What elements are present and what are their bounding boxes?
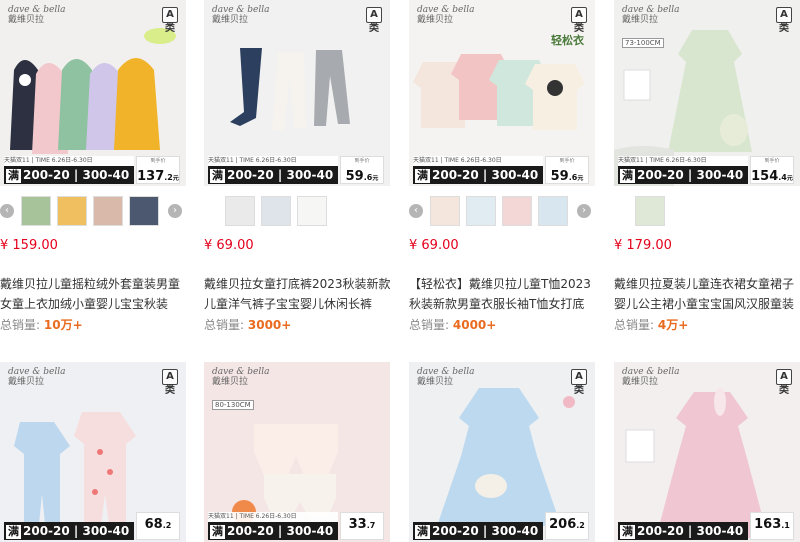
product-image[interactable]: dave & bella 戴维贝拉 A类 满 200-20 | 300-40 68…: [0, 362, 186, 542]
product-price: ¥ 69.00: [204, 238, 254, 253]
promo-banner: 天猫双11 | TIME 6.26日-6.30日 满 200-20 | 300-4…: [204, 156, 390, 186]
thumbnail-carousel: [614, 196, 800, 226]
promo-banner: 天猫双11 | TIME 6.26日-6.30日 满 200-20 | 300-4…: [204, 512, 390, 542]
product-card[interactable]: dave & bella 戴维贝拉 A类 73-100CM 天猫双11 | TI…: [614, 0, 800, 332]
product-image[interactable]: dave & bella 戴维贝拉 A类 天猫双11 | TIME 6.26日-…: [204, 0, 390, 186]
easy-wear-tag: 轻松衣: [551, 34, 584, 47]
brand-logo: dave & bella 戴维贝拉: [417, 367, 475, 387]
product-card[interactable]: dave & bella 戴维贝拉 A类 满 200-20 | 300-40 20…: [409, 362, 595, 542]
thumbnail[interactable]: [57, 196, 87, 226]
product-card[interactable]: dave & bella 戴维贝拉 A类 满 200-20 | 300-40 68…: [0, 362, 186, 542]
sales-count: 总销量: 3000+: [204, 318, 292, 332]
a-class-badge: A类: [776, 7, 792, 34]
promo-banner: 满 200-20 | 300-40 68.2: [0, 512, 186, 542]
sales-count: 总销量: 10万+: [0, 318, 83, 332]
promo-final-price: 到手价 137.2元: [136, 156, 180, 184]
brand-logo: dave & bella 戴维贝拉: [622, 367, 680, 387]
chevron-right-icon[interactable]: ›: [168, 204, 182, 218]
product-image[interactable]: dave & bella 戴维贝拉 80-130CM 天猫双11 | TIME …: [204, 362, 390, 542]
sales-count: 总销量: 4万+: [614, 318, 689, 332]
promo-event-text: 天猫双11 | TIME 6.26日-6.30日: [208, 512, 338, 522]
promo-final-price: 到手价 59.6元: [545, 156, 589, 184]
a-class-badge: A类: [162, 369, 178, 396]
promo-discount: 满 200-20 | 300-40: [208, 522, 338, 540]
thumbnail[interactable]: [225, 196, 255, 226]
thumbnail[interactable]: [538, 196, 568, 226]
brand-logo: dave & bella 戴维贝拉: [8, 5, 66, 25]
promo-final-price: 68.2: [136, 512, 180, 540]
thumbnail[interactable]: [261, 196, 291, 226]
thumbnail-carousel: ‹ ›: [409, 196, 595, 226]
brand-logo: dave & bella 戴维贝拉: [8, 367, 66, 387]
size-range-tag: 80-130CM: [212, 400, 254, 410]
chevron-left-icon[interactable]: ‹: [0, 204, 14, 218]
a-class-badge: A类: [776, 369, 792, 396]
brand-logo: dave & bella 戴维贝拉: [417, 5, 475, 25]
product-title[interactable]: 戴维贝拉女童打底裤2023秋装新款儿童洋气裤子宝宝婴儿休闲长裤: [204, 274, 394, 314]
promo-discount: 满 200-20 | 300-40: [208, 166, 338, 184]
product-card[interactable]: dave & bella 戴维贝拉 A类 轻松衣 天猫双11 | TIME 6.…: [409, 0, 595, 332]
promo-final-price: 33.7: [340, 512, 384, 540]
product-title[interactable]: 戴维贝拉儿童摇粒绒外套童装男童女童上衣加绒小童婴儿宝宝秋装: [0, 274, 190, 314]
thumbnail[interactable]: [297, 196, 327, 226]
product-price: ¥ 179.00: [614, 238, 672, 253]
sales-count: 总销量: 4000+: [409, 318, 497, 332]
product-image[interactable]: dave & bella 戴维贝拉 A类 轻松衣 天猫双11 | TIME 6.…: [409, 0, 595, 186]
chevron-left-icon[interactable]: ‹: [409, 204, 423, 218]
promo-event-text: 天猫双11 | TIME 6.26日-6.30日: [618, 156, 748, 166]
thumbnail[interactable]: [502, 196, 532, 226]
thumbnail[interactable]: [466, 196, 496, 226]
product-image[interactable]: dave & bella 戴维贝拉 A类 天猫双11 | TIME 6.26日-…: [0, 0, 186, 186]
brand-logo: dave & bella 戴维贝拉: [622, 5, 680, 25]
product-title[interactable]: 戴维贝拉夏装儿童连衣裙女童裙子婴儿公主裙小童宝宝国风汉服童装: [614, 274, 800, 314]
thumbnail-carousel: ‹ ›: [0, 196, 186, 226]
promo-event-text: 天猫双11 | TIME 6.26日-6.30日: [4, 156, 134, 166]
promo-banner: 满 200-20 | 300-40 206.2: [409, 512, 595, 542]
product-card[interactable]: dave & bella 戴维贝拉 A类 天猫双11 | TIME 6.26日-…: [0, 0, 186, 332]
a-class-badge: A类: [571, 7, 587, 34]
promo-discount: 满 200-20 | 300-40: [618, 522, 748, 540]
thumbnail[interactable]: [21, 196, 51, 226]
thumbnail-carousel: [204, 196, 390, 226]
product-card[interactable]: dave & bella 戴维贝拉 A类 天猫双11 | TIME 6.26日-…: [204, 0, 391, 332]
promo-discount: 满 200-20 | 300-40: [618, 166, 748, 184]
product-image[interactable]: dave & bella 戴维贝拉 A类 满 200-20 | 300-40 16…: [614, 362, 800, 542]
a-class-badge: A类: [366, 7, 382, 34]
a-class-badge: A类: [571, 369, 587, 396]
promo-final-price: 206.2: [545, 512, 589, 540]
promo-banner: 满 200-20 | 300-40 163.1: [614, 512, 800, 542]
product-card[interactable]: dave & bella 戴维贝拉 80-130CM 天猫双11 | TIME …: [204, 362, 390, 542]
product-image[interactable]: dave & bella 戴维贝拉 A类 满 200-20 | 300-40 20…: [409, 362, 595, 542]
thumbnail[interactable]: [93, 196, 123, 226]
product-image[interactable]: dave & bella 戴维贝拉 A类 73-100CM 天猫双11 | TI…: [614, 0, 800, 186]
thumbnail[interactable]: [635, 196, 665, 226]
promo-discount: 满 200-20 | 300-40: [413, 522, 543, 540]
promo-banner: 天猫双11 | TIME 6.26日-6.30日 满 200-20 | 300-4…: [0, 156, 186, 186]
promo-discount: 满 200-20 | 300-40: [4, 166, 134, 184]
product-title[interactable]: 【轻松衣】戴维贝拉儿童T恤2023秋装新款男童衣服长袖T恤女打底: [409, 274, 599, 314]
promo-final-price: 163.1: [750, 512, 794, 540]
promo-discount: 满 200-20 | 300-40: [413, 166, 543, 184]
product-price: ¥ 159.00: [0, 238, 58, 253]
promo-banner: 天猫双11 | TIME 6.26日-6.30日 满 200-20 | 300-4…: [409, 156, 595, 186]
promo-banner: 天猫双11 | TIME 6.26日-6.30日 满 200-20 | 300-4…: [614, 156, 800, 186]
size-range-tag: 73-100CM: [622, 38, 664, 48]
promo-final-price: 到手价 59.6元: [340, 156, 384, 184]
promo-final-price: 到手价 154.4元: [750, 156, 794, 184]
thumbnail[interactable]: [430, 196, 460, 226]
promo-discount: 满 200-20 | 300-40: [4, 522, 134, 540]
brand-logo: dave & bella 戴维贝拉: [212, 5, 270, 25]
product-card[interactable]: dave & bella 戴维贝拉 A类 满 200-20 | 300-40 16…: [614, 362, 800, 542]
product-price: ¥ 69.00: [409, 238, 459, 253]
chevron-right-icon[interactable]: ›: [577, 204, 591, 218]
promo-event-text: 天猫双11 | TIME 6.26日-6.30日: [413, 156, 543, 166]
thumbnail[interactable]: [129, 196, 159, 226]
promo-event-text: 天猫双11 | TIME 6.26日-6.30日: [208, 156, 338, 166]
a-class-badge: A类: [162, 7, 178, 34]
brand-logo: dave & bella 戴维贝拉: [212, 367, 270, 387]
